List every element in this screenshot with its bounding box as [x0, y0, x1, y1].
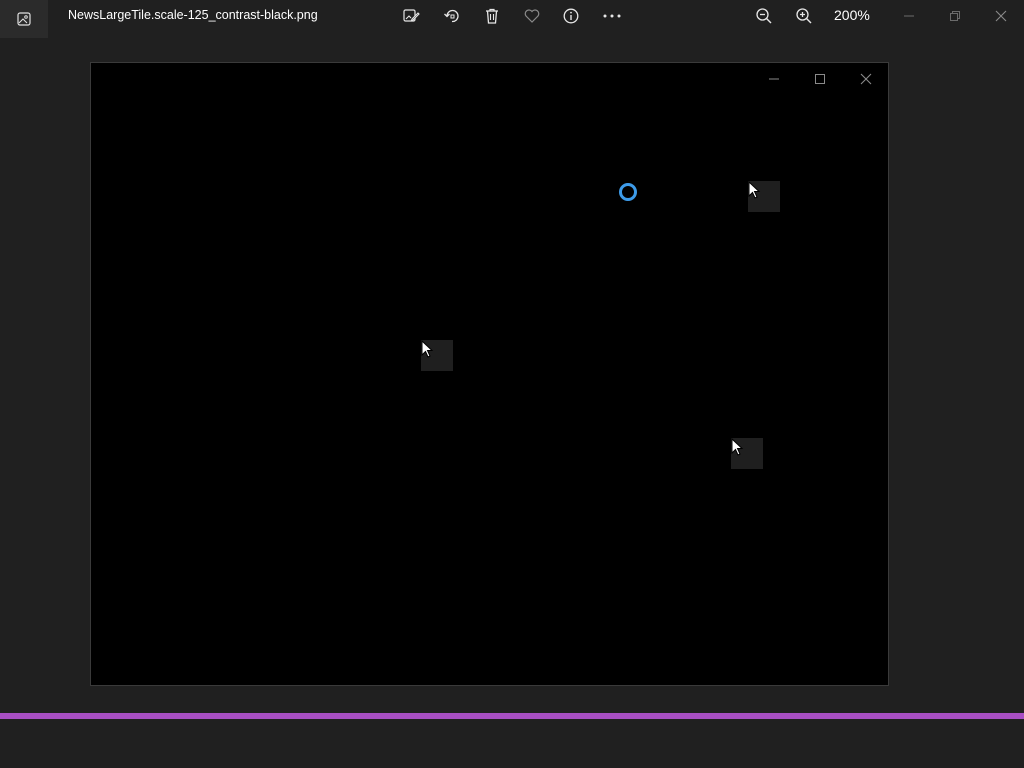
close-button[interactable] — [978, 0, 1024, 32]
minimize-icon — [769, 78, 779, 80]
close-icon — [860, 73, 872, 85]
image-close-glyph — [851, 69, 881, 89]
zoom-out-button[interactable] — [751, 3, 777, 29]
cursor-tile — [731, 438, 763, 469]
maximize-icon — [815, 74, 825, 84]
mouse-pointer-icon — [748, 181, 761, 199]
displayed-image[interactable] — [90, 62, 889, 686]
zoom-level-label[interactable]: 200% — [834, 7, 870, 23]
cursor-tile — [748, 181, 780, 212]
restore-icon — [950, 11, 960, 21]
rotate-button[interactable] — [439, 3, 465, 29]
image-maximize-glyph — [805, 69, 835, 89]
close-icon — [995, 10, 1007, 22]
favorite-button[interactable] — [519, 3, 545, 29]
more-options-button[interactable] — [599, 3, 625, 29]
busy-spinner-icon — [619, 183, 637, 201]
file-name-title: NewsLargeTile.scale-125_contrast-black.p… — [68, 8, 318, 22]
edit-image-icon — [403, 9, 420, 22]
trash-icon — [486, 8, 498, 24]
heart-icon — [524, 9, 540, 23]
image-minimize-glyph — [759, 69, 789, 89]
zoom-in-icon — [796, 8, 812, 24]
zoom-in-button[interactable] — [791, 3, 817, 29]
photos-app-window: NewsLargeTile.scale-125_contrast-black.p… — [0, 0, 1024, 768]
delete-button[interactable] — [479, 3, 505, 29]
cursor-tile — [421, 340, 453, 371]
mouse-pointer-icon — [731, 438, 744, 456]
mouse-pointer-icon — [421, 340, 434, 358]
edit-image-button[interactable] — [398, 3, 424, 29]
filmstrip-indicator-bar[interactable] — [0, 713, 1024, 719]
rotate-icon — [444, 9, 459, 23]
minimize-icon — [904, 15, 914, 17]
info-icon — [563, 8, 579, 24]
zoom-out-icon — [756, 8, 772, 24]
file-info-button[interactable] — [558, 3, 584, 29]
photos-app-icon — [17, 12, 31, 26]
title-bar: NewsLargeTile.scale-125_contrast-black.p… — [0, 0, 1024, 38]
app-menu-button[interactable] — [0, 0, 48, 38]
restore-button[interactable] — [932, 0, 978, 32]
more-icon — [603, 14, 621, 18]
minimize-button[interactable] — [886, 0, 932, 32]
